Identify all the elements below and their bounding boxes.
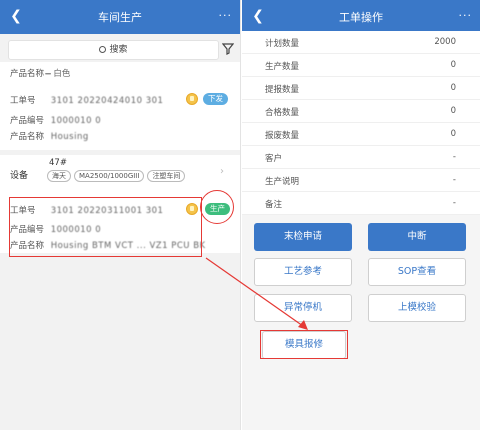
search-label: 搜索: [109, 45, 128, 55]
interrupt-button[interactable]: 中断: [368, 223, 466, 251]
medal-icon: [186, 93, 198, 105]
field-production-note: 生产说明 -: [242, 169, 480, 192]
field-produced-qty: 生产数量 0: [242, 54, 480, 77]
product-name-row: 产品名称 ̶̶ 白色: [10, 69, 71, 79]
product-name-value: ̶̶ 白色: [50, 69, 71, 79]
abnormal-stop-button[interactable]: 异常停机: [254, 294, 352, 322]
device-tag: 海天: [47, 170, 71, 182]
more-icon[interactable]: ···: [219, 9, 233, 22]
final-inspection-button[interactable]: 末检申请: [254, 223, 352, 251]
field-remark: 备注 -: [242, 192, 480, 215]
left-page-title: 车间生产: [98, 11, 142, 24]
product-name2-value: Housing: [50, 132, 89, 142]
search-row: 搜索: [0, 38, 240, 64]
right-page-title: 工单操作: [339, 11, 383, 24]
device-tags: 海天 MA2500/1000GIII 注塑车间: [47, 170, 188, 182]
sop-view-button[interactable]: SOP查看: [368, 258, 466, 286]
field-customer: 客户 -: [242, 146, 480, 169]
right-header: ❮ 工单操作 ···: [242, 0, 480, 34]
field-planned-qty: 计划数量 2000: [242, 31, 480, 54]
field-reported-qty: 提报数量 0: [242, 77, 480, 100]
highlight-box: [260, 330, 348, 359]
more-icon[interactable]: ···: [459, 9, 473, 22]
product-code-value: 1000010 0: [50, 116, 102, 126]
order-no-value: 3101 20220424010 301: [50, 96, 164, 106]
highlight-circle: [200, 190, 234, 224]
workshop-production-panel: ❮ 车间生产 ··· 搜索 产品名称 ̶̶ 白色 工单号 3101 202204…: [0, 0, 241, 430]
device-number: 47#: [49, 158, 67, 168]
product-name2-row: 产品名称 Housing: [10, 132, 89, 142]
chevron-right-icon: ›: [220, 166, 224, 177]
field-scrap-qty: 报废数量 0: [242, 123, 480, 146]
work-order-card[interactable]: 产品名称 ̶̶ 白色 工单号 3101 20220424010 301 下发 产…: [0, 62, 240, 150]
highlight-box: [9, 197, 202, 257]
left-header: ❮ 车间生产 ···: [0, 0, 240, 34]
filter-icon[interactable]: [222, 43, 234, 55]
mold-check-button[interactable]: 上模校验: [368, 294, 466, 322]
status-badge: 下发: [203, 93, 228, 105]
process-reference-button[interactable]: 工艺参考: [254, 258, 352, 286]
device-tag: 注塑车间: [147, 170, 186, 182]
device-tag: MA2500/1000GIII: [74, 170, 145, 182]
product-code-row: 产品编号 1000010 0: [10, 116, 102, 126]
device-label: 设备: [10, 171, 29, 181]
order-no-row: 工单号 3101 20220424010 301: [10, 96, 164, 106]
field-qualified-qty: 合格数量 0: [242, 100, 480, 123]
search-input[interactable]: 搜索: [8, 40, 219, 60]
search-icon: [99, 46, 107, 53]
